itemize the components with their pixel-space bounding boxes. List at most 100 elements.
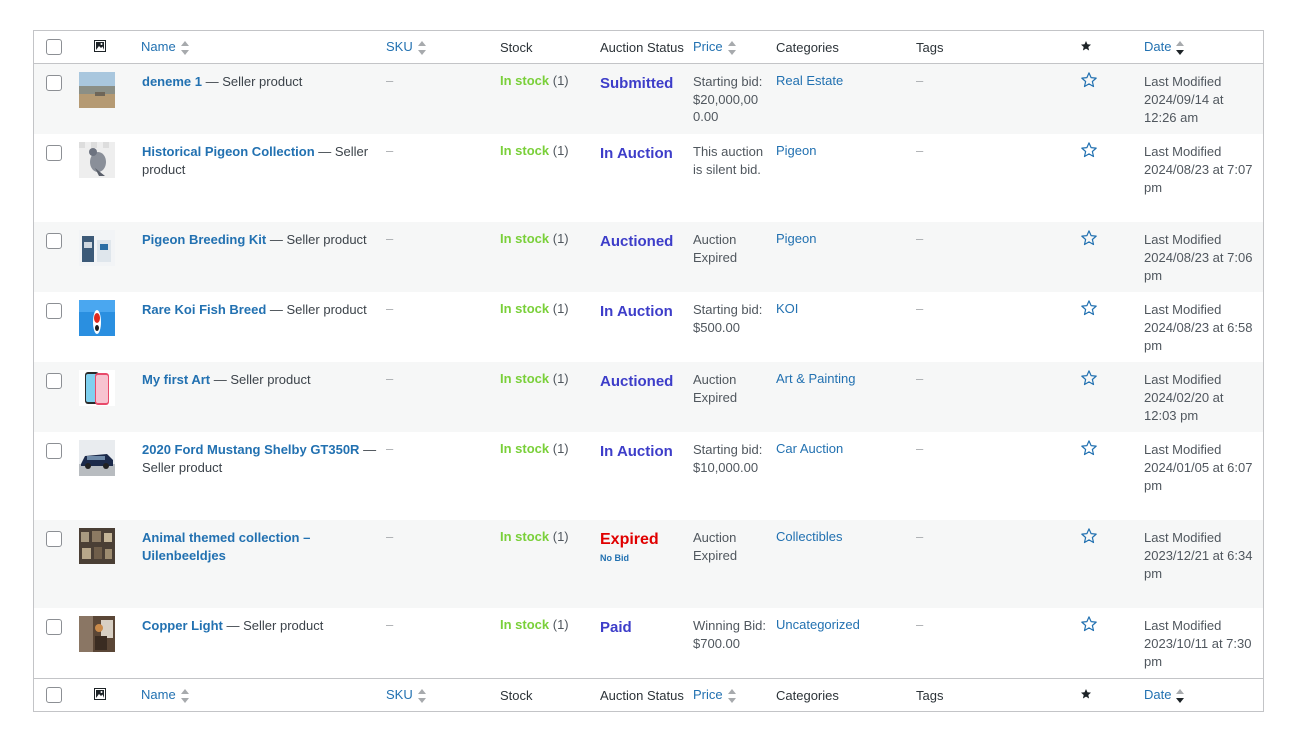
price-column-footer[interactable]: Price: [689, 678, 772, 711]
select-all-checkbox-footer[interactable]: [46, 687, 62, 703]
product-name-link[interactable]: Animal themed collection – Uilenbeeldjes: [142, 530, 310, 563]
category-link[interactable]: KOI: [776, 301, 798, 316]
row-checkbox[interactable]: [46, 443, 62, 459]
product-name-link[interactable]: Historical Pigeon Collection: [142, 144, 315, 159]
name-sort-link[interactable]: Name: [141, 687, 176, 702]
category-link[interactable]: Car Auction: [776, 441, 843, 456]
product-thumbnail[interactable]: [79, 370, 115, 406]
stock-count: (1): [549, 371, 569, 386]
auction-status: Submitted: [600, 75, 674, 92]
product-thumbnail[interactable]: [79, 440, 115, 476]
product-thumbnail[interactable]: [79, 528, 115, 564]
image-icon: [94, 687, 106, 703]
price-value: This auction is silent bid.: [693, 144, 764, 177]
category-link[interactable]: Pigeon: [776, 231, 816, 246]
featured-column-footer: [1062, 678, 1140, 711]
date-column-footer[interactable]: Date: [1140, 678, 1263, 711]
no-bid-label: No Bid: [600, 553, 629, 563]
row-checkbox[interactable]: [46, 373, 62, 389]
tags-value: –: [916, 371, 924, 386]
product-thumbnail[interactable]: [79, 230, 115, 266]
sort-desc-icon: [1176, 688, 1185, 703]
date-column-header[interactable]: Date: [1140, 31, 1263, 64]
featured-star-icon[interactable]: [1080, 229, 1136, 250]
category-link[interactable]: Uncategorized: [776, 617, 860, 632]
featured-star-icon[interactable]: [1080, 299, 1136, 320]
product-name-link[interactable]: Rare Koi Fish Breed: [142, 302, 266, 317]
price-sort-link[interactable]: Price: [693, 687, 723, 702]
products-table: Name SKU Stock Auction Status Price Cate…: [34, 31, 1263, 711]
stock-status: In stock: [500, 529, 550, 544]
sku-column-header[interactable]: SKU: [382, 31, 496, 64]
select-all-checkbox[interactable]: [46, 39, 62, 55]
categories-column-footer: Categories: [772, 678, 912, 711]
price-value: Auction Expired: [693, 530, 738, 563]
tags-value: –: [916, 143, 924, 158]
select-all-cell: [34, 678, 68, 711]
category-link[interactable]: Pigeon: [776, 143, 816, 158]
select-all-cell: [34, 31, 68, 64]
thumbnail-header: [68, 678, 137, 711]
product-name-link[interactable]: Copper Light: [142, 618, 223, 633]
product-type: — Seller product: [266, 302, 367, 317]
auction-status: Auctioned: [600, 233, 674, 250]
sku-sort-link[interactable]: SKU: [386, 687, 413, 702]
product-thumbnail[interactable]: [79, 72, 115, 108]
date-sort-link[interactable]: Date: [1144, 39, 1171, 54]
date-value: 2023/10/11 at 7:30 pm: [1144, 636, 1252, 669]
auction-status: In Auction: [600, 145, 673, 162]
tags-value: –: [916, 301, 924, 316]
product-thumbnail[interactable]: [79, 142, 115, 178]
name-sort-link[interactable]: Name: [141, 39, 176, 54]
sort-arrows-icon: [180, 40, 189, 55]
featured-star-icon: [1080, 40, 1092, 55]
sku-sort-link[interactable]: SKU: [386, 39, 413, 54]
featured-star-icon[interactable]: [1080, 615, 1136, 636]
row-checkbox[interactable]: [46, 531, 62, 547]
row-checkbox[interactable]: [46, 75, 62, 91]
table-row: Historical Pigeon Collection — Seller pr…: [34, 134, 1263, 222]
row-checkbox[interactable]: [46, 619, 62, 635]
price-value: Starting bid: $500.00: [693, 302, 763, 335]
date-value: 2023/12/21 at 6:34 pm: [1144, 548, 1253, 581]
featured-star-icon[interactable]: [1080, 141, 1136, 162]
product-type: — Seller product: [201, 74, 303, 89]
product-name-link[interactable]: My first Art: [142, 372, 210, 387]
sku-value: –: [386, 231, 394, 246]
featured-star-icon[interactable]: [1080, 369, 1136, 390]
stock-status: In stock: [500, 73, 550, 88]
tags-value: –: [916, 231, 924, 246]
sku-value: –: [386, 143, 394, 158]
image-icon: [94, 39, 106, 55]
name-column-header[interactable]: Name: [137, 31, 382, 64]
sku-column-footer[interactable]: SKU: [382, 678, 496, 711]
date-value: 2024/01/05 at 6:07 pm: [1144, 460, 1253, 493]
price-column-header[interactable]: Price: [689, 31, 772, 64]
row-checkbox[interactable]: [46, 145, 62, 161]
product-name-link[interactable]: Pigeon Breeding Kit: [142, 232, 266, 247]
table-row: Pigeon Breeding Kit — Seller product – I…: [34, 222, 1263, 292]
date-sort-link[interactable]: Date: [1144, 687, 1171, 702]
featured-column-header: [1062, 31, 1140, 64]
row-checkbox[interactable]: [46, 303, 62, 319]
product-name-link[interactable]: 2020 Ford Mustang Shelby GT350R: [142, 442, 359, 457]
category-link[interactable]: Art & Painting: [776, 371, 856, 386]
tags-column-footer: Tags: [912, 678, 1062, 711]
featured-star-icon[interactable]: [1080, 71, 1136, 92]
row-checkbox[interactable]: [46, 233, 62, 249]
category-link[interactable]: Collectibles: [776, 529, 842, 544]
product-name-link[interactable]: deneme 1: [142, 74, 202, 89]
sort-arrows-icon: [727, 40, 736, 55]
table-header: Name SKU Stock Auction Status Price Cate…: [34, 31, 1263, 64]
date-value: 2024/08/23 at 7:06 pm: [1144, 250, 1253, 283]
featured-star-icon[interactable]: [1080, 527, 1136, 548]
product-thumbnail[interactable]: [79, 300, 115, 336]
category-link[interactable]: Real Estate: [776, 73, 843, 88]
name-column-footer[interactable]: Name: [137, 678, 382, 711]
price-sort-link[interactable]: Price: [693, 39, 723, 54]
product-thumbnail[interactable]: [79, 616, 115, 652]
sku-value: –: [386, 441, 394, 456]
auction-status: Paid: [600, 619, 632, 636]
date-label: Last Modified: [1144, 530, 1222, 545]
featured-star-icon[interactable]: [1080, 439, 1136, 460]
